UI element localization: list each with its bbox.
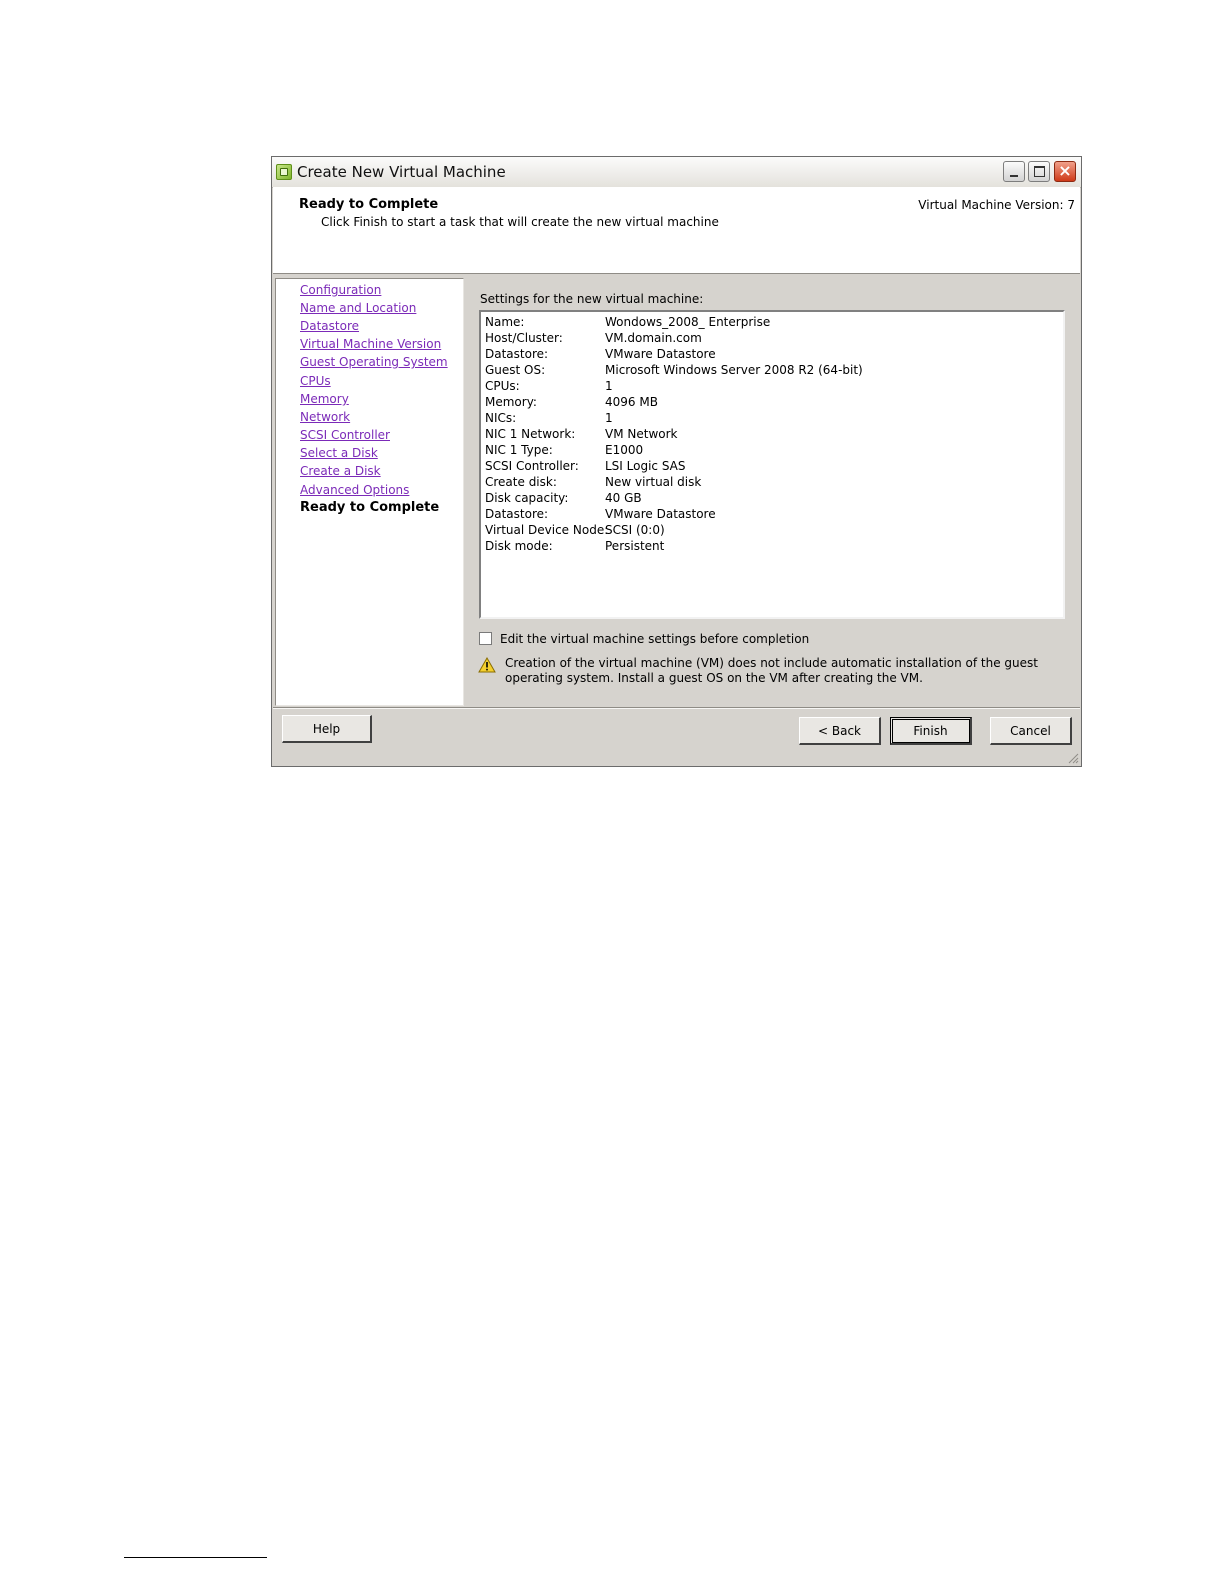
- setting-value: 40 GB: [605, 491, 642, 505]
- settings-summary-box[interactable]: Name: Wondows_2008_ Enterprise Host/Clust…: [479, 310, 1065, 619]
- warning-message: Creation of the virtual machine (VM) doe…: [505, 656, 1038, 685]
- create-vm-dialog: Create New Virtual Machine × Ready to Co…: [271, 156, 1082, 767]
- setting-value: E1000: [605, 443, 644, 457]
- nav-guest-os-link[interactable]: Guest Operating System: [300, 355, 448, 369]
- nav-cpus-link[interactable]: CPUs: [300, 374, 331, 388]
- setting-key: Name:: [485, 315, 525, 329]
- setting-value: New virtual disk: [605, 475, 702, 489]
- nav-datastore-link[interactable]: Datastore: [300, 319, 359, 333]
- nav-configuration-link[interactable]: Configuration: [300, 283, 381, 297]
- warning-icon: [478, 657, 496, 673]
- setting-key: Disk mode:: [485, 539, 553, 553]
- setting-key: Virtual Device Node:: [485, 523, 609, 537]
- close-icon[interactable]: ×: [1054, 161, 1076, 182]
- nav-memory-link[interactable]: Memory: [300, 392, 349, 406]
- maximize-icon[interactable]: [1028, 161, 1050, 182]
- settings-label: Settings for the new virtual machine:: [480, 292, 704, 306]
- setting-key: NICs:: [485, 411, 517, 425]
- back-button[interactable]: < Back: [799, 717, 881, 745]
- setting-key: Datastore:: [485, 347, 549, 361]
- setting-key: NIC 1 Network:: [485, 427, 576, 441]
- setting-value: Microsoft Windows Server 2008 R2 (64-bit…: [605, 363, 863, 377]
- nav-current-step: Ready to Complete: [300, 500, 440, 515]
- nav-network-link[interactable]: Network: [300, 410, 350, 424]
- finish-button[interactable]: Finish: [890, 717, 972, 745]
- setting-value: VM.domain.com: [605, 331, 702, 345]
- setting-key: Host/Cluster:: [485, 331, 563, 345]
- setting-key: CPUs:: [485, 379, 520, 393]
- setting-key: Guest OS:: [485, 363, 546, 377]
- setting-value: 1: [605, 379, 613, 393]
- setting-value: SCSI (0:0): [605, 523, 665, 537]
- setting-key: Datastore:: [485, 507, 549, 521]
- footnote-divider: [124, 1557, 267, 1558]
- setting-value: VMware Datastore: [605, 507, 716, 521]
- wizard-steps-nav: Configuration Name and Location Datastor…: [275, 278, 464, 706]
- edit-settings-checkbox[interactable]: [479, 632, 492, 645]
- nav-select-disk-link[interactable]: Select a Disk: [300, 446, 378, 460]
- setting-key: Memory:: [485, 395, 537, 409]
- setting-value: Wondows_2008_ Enterprise: [605, 315, 771, 329]
- window-title: Create New Virtual Machine: [297, 163, 506, 181]
- setting-value: VMware Datastore: [605, 347, 716, 361]
- nav-vm-version-link[interactable]: Virtual Machine Version: [300, 337, 441, 351]
- minimize-icon[interactable]: [1003, 161, 1025, 182]
- page-title: Ready to Complete: [299, 197, 439, 212]
- nav-name-location-link[interactable]: Name and Location: [300, 301, 416, 315]
- setting-value: 1: [605, 411, 613, 425]
- help-button[interactable]: Help: [282, 715, 372, 743]
- setting-value: LSI Logic SAS: [605, 459, 686, 473]
- vm-version-label: Virtual Machine Version: 7: [918, 198, 1075, 212]
- resize-grip-icon[interactable]: [1067, 752, 1079, 764]
- setting-key: SCSI Controller:: [485, 459, 579, 473]
- setting-key: Create disk:: [485, 475, 557, 489]
- wizard-header: Ready to Complete Click Finish to start …: [273, 187, 1080, 274]
- setting-key: NIC 1 Type:: [485, 443, 553, 457]
- footer-divider: [273, 707, 1080, 709]
- nav-create-disk-link[interactable]: Create a Disk: [300, 464, 381, 478]
- cancel-button[interactable]: Cancel: [990, 717, 1072, 745]
- setting-key: Disk capacity:: [485, 491, 569, 505]
- nav-advanced-options-link[interactable]: Advanced Options: [300, 483, 409, 497]
- vsphere-client-icon: [276, 164, 292, 180]
- setting-value: 4096 MB: [605, 395, 658, 409]
- edit-settings-label[interactable]: Edit the virtual machine settings before…: [500, 632, 809, 646]
- page-subtitle: Click Finish to start a task that will c…: [321, 215, 719, 229]
- setting-value: Persistent: [605, 539, 665, 553]
- title-bar[interactable]: Create New Virtual Machine ×: [272, 157, 1081, 188]
- nav-scsi-controller-link[interactable]: SCSI Controller: [300, 428, 390, 442]
- setting-value: VM Network: [605, 427, 678, 441]
